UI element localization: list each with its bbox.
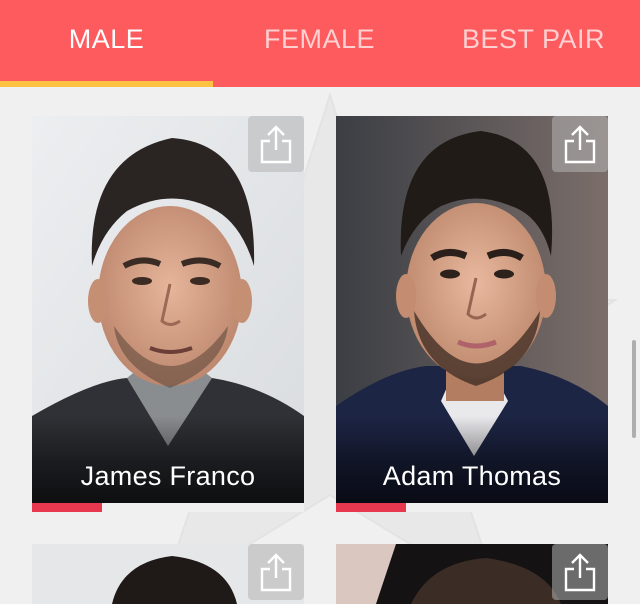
tab-male[interactable]: MALE bbox=[0, 0, 213, 87]
tab-male-label: MALE bbox=[68, 24, 145, 54]
share-icon bbox=[260, 553, 292, 592]
share-button[interactable] bbox=[552, 116, 608, 172]
celebrity-card[interactable] bbox=[32, 544, 304, 604]
tab-female-label: FEMALE bbox=[263, 24, 376, 54]
match-progress-fill bbox=[32, 503, 102, 512]
celebrity-card[interactable] bbox=[336, 544, 608, 604]
share-button[interactable] bbox=[248, 116, 304, 172]
tab-best-pair-label: BEST PAIR bbox=[461, 24, 606, 54]
celebrity-card[interactable]: James Franco bbox=[32, 116, 304, 512]
share-button[interactable] bbox=[248, 544, 304, 600]
share-icon bbox=[564, 553, 596, 592]
celebrity-name: Adam Thomas bbox=[382, 461, 562, 491]
active-tab-indicator bbox=[0, 81, 213, 87]
tab-bar: MALE FEMALE BEST PAIR bbox=[0, 0, 640, 87]
match-progress-fill bbox=[336, 503, 406, 512]
celebrity-card[interactable]: Adam Thomas bbox=[336, 116, 608, 512]
match-progress-track bbox=[336, 503, 608, 512]
match-progress-track bbox=[32, 503, 304, 512]
celebrity-name: James Franco bbox=[80, 461, 256, 491]
share-button[interactable] bbox=[552, 544, 608, 600]
share-icon bbox=[260, 125, 292, 164]
share-icon bbox=[564, 125, 596, 164]
scrollbar[interactable] bbox=[632, 340, 636, 438]
tab-female[interactable]: FEMALE bbox=[213, 0, 426, 87]
tab-best-pair[interactable]: BEST PAIR bbox=[427, 0, 640, 87]
